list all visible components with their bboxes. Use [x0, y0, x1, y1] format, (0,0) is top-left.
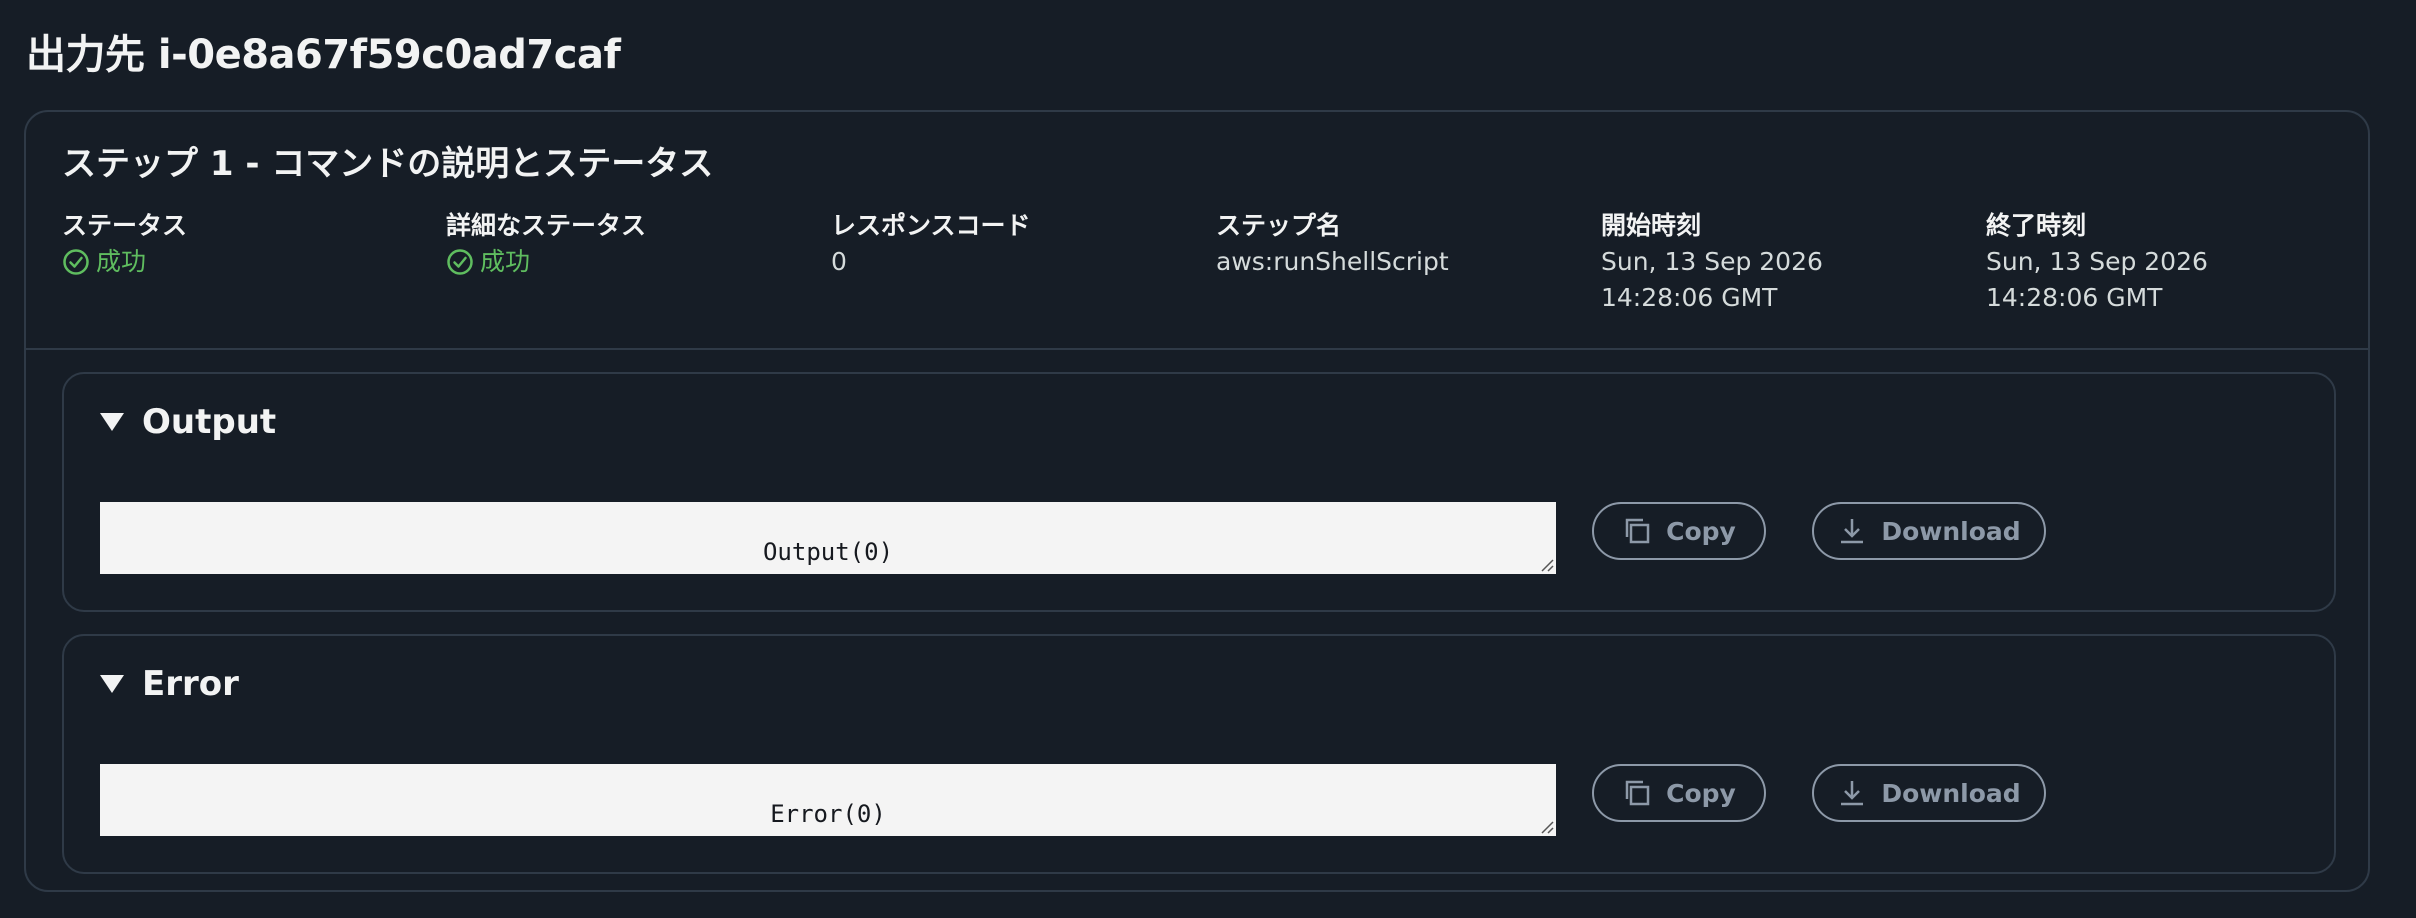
output-panel-title: Output	[142, 402, 277, 442]
response-code-label: レスポンスコード	[831, 211, 1031, 240]
end-time-field: 終了時刻 Sun, 13 Sep 2026 14:28:06 GMT	[1986, 208, 2316, 316]
error-textarea[interactable]: Error(0)	[100, 764, 1556, 836]
step-name-field: ステップ名 aws:runShellScript	[1216, 208, 1576, 280]
error-copy-button[interactable]: Copy	[1592, 764, 1766, 822]
start-time-label: 開始時刻	[1601, 211, 1702, 240]
step-name-value: aws:runShellScript	[1216, 247, 1449, 276]
start-time-field: 開始時刻 Sun, 13 Sep 2026 14:28:06 GMT	[1601, 208, 1931, 316]
download-icon	[1841, 519, 1864, 544]
resize-handle-icon[interactable]	[1538, 818, 1554, 834]
error-copy-label: Copy	[1666, 778, 1736, 808]
response-code-value: 0	[831, 247, 847, 276]
error-content: Error(0)	[770, 800, 886, 828]
output-textarea[interactable]: Output(0)	[100, 502, 1556, 574]
step-name-label: ステップ名	[1216, 211, 1342, 240]
status-value-wrap: 成功	[62, 244, 422, 280]
response-code-field: レスポンスコード 0	[831, 208, 1191, 280]
step-header: ステップ 1 - コマンドの説明とステータス ステータス 成功 詳細なステータス…	[26, 112, 2368, 350]
start-time-value: Sun, 13 Sep 2026 14:28:06 GMT	[1601, 247, 1823, 312]
output-copy-button[interactable]: Copy	[1592, 502, 1766, 560]
download-icon	[1841, 781, 1864, 806]
error-panel-toggle[interactable]: Error	[100, 664, 239, 704]
error-panel: Error Error(0) Copy Download	[62, 634, 2336, 874]
output-download-button[interactable]: Download	[1812, 502, 2046, 560]
error-panel-title: Error	[142, 664, 239, 704]
output-panel: Output Output(0) Copy Download	[62, 372, 2336, 612]
step-container: ステップ 1 - コマンドの説明とステータス ステータス 成功 詳細なステータス…	[24, 110, 2370, 892]
detailed-status-value: 成功	[480, 247, 531, 276]
output-content: Output(0)	[762, 538, 894, 566]
output-panel-toggle[interactable]: Output	[100, 402, 276, 442]
end-time-label: 終了時刻	[1986, 211, 2087, 240]
status-label: ステータス	[62, 211, 188, 240]
status-field: ステータス 成功	[62, 208, 422, 280]
end-time-value: Sun, 13 Sep 2026 14:28:06 GMT	[1986, 247, 2208, 312]
resize-handle-icon[interactable]	[1538, 556, 1554, 572]
copy-icon	[1625, 518, 1650, 544]
caret-down-icon	[100, 413, 124, 431]
detailed-status-field: 詳細なステータス 成功	[446, 208, 806, 280]
status-value: 成功	[96, 247, 147, 276]
step-title: ステップ 1 - コマンドの説明とステータス	[62, 144, 714, 184]
page-title: 出力先 i-0e8a67f59c0ad7caf	[26, 32, 621, 78]
check-circle-icon	[63, 249, 89, 275]
error-download-button[interactable]: Download	[1812, 764, 2046, 822]
check-circle-icon	[447, 249, 473, 275]
copy-icon	[1625, 780, 1650, 806]
caret-down-icon	[100, 675, 124, 693]
detailed-status-label: 詳細なステータス	[446, 211, 647, 240]
output-download-label: Download	[1881, 516, 2021, 546]
error-download-label: Download	[1881, 778, 2021, 808]
detailed-status-value-wrap: 成功	[446, 244, 806, 280]
output-copy-label: Copy	[1666, 516, 1736, 546]
